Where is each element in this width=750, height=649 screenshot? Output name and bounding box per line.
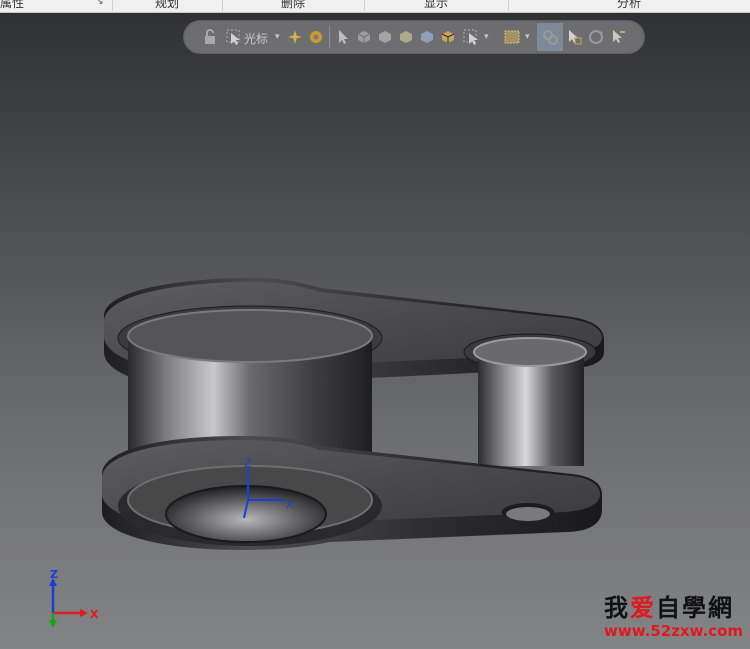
watermark-heart-char: 爱 (630, 594, 656, 622)
watermark-char: 自學網 (656, 594, 734, 622)
large-bore-hole[interactable] (118, 465, 382, 546)
site-watermark: 我爱自學網 www.52zxw.com (604, 588, 750, 644)
origin-x-label: X (286, 498, 294, 511)
view-cube-triad[interactable]: Z X (49, 568, 99, 628)
large-bushing[interactable] (117, 305, 383, 454)
corner-x-label: X (90, 608, 99, 621)
corner-z-label: Z (50, 568, 58, 581)
pin-hole[interactable] (502, 503, 554, 521)
model-viewport[interactable]: Z X Z X (0, 0, 750, 649)
small-bushing[interactable] (463, 333, 597, 466)
origin-z-label: Z (244, 457, 252, 470)
watermark-title: 我爱自學網 (604, 588, 734, 623)
watermark-char: 我 (604, 594, 630, 622)
watermark-url: www.52zxw.com (604, 622, 744, 640)
